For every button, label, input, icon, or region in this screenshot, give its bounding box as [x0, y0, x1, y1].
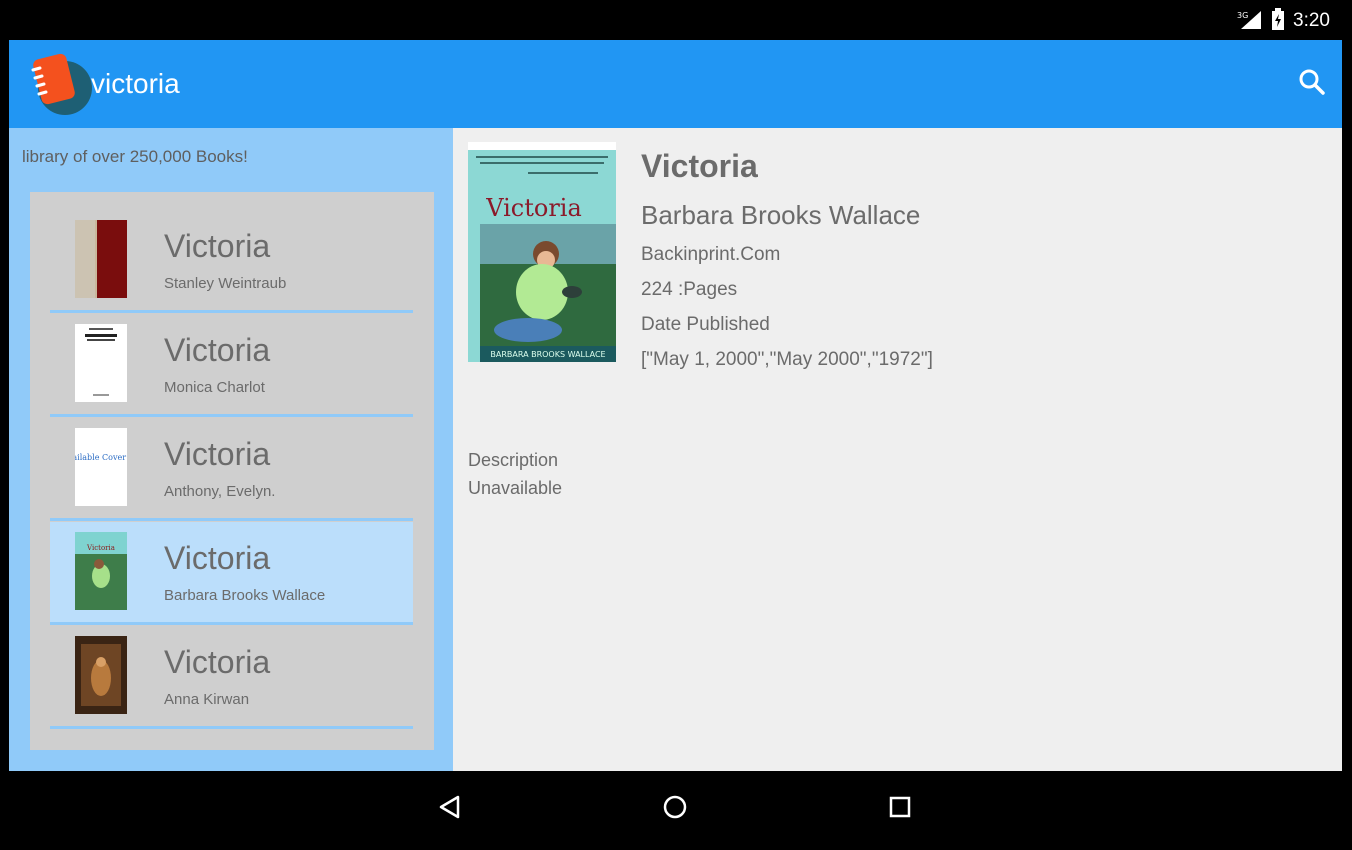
book-list-pane: library of over 250,000 Books! Victoria …	[9, 128, 453, 771]
no-cover-thumbnail: No Available Cover Image	[75, 428, 127, 506]
search-button[interactable]	[1296, 68, 1328, 100]
library-tagline: library of over 250,000 Books!	[22, 147, 248, 166]
book-author: Anna Kirwan	[164, 691, 250, 708]
book-title: Victoria	[164, 436, 271, 472]
svg-text:No Available Cover Image: No Available Cover Image	[75, 453, 127, 462]
list-item-selected[interactable]: Victoria Victoria Barbara Brooks Wallace	[50, 522, 413, 625]
book-author: Stanley Weintraub	[164, 275, 287, 292]
book-author: Anthony, Evelyn.	[164, 483, 276, 500]
book-cover-thumbnail: Victoria	[75, 532, 127, 610]
book-cover-thumbnail	[75, 324, 127, 402]
clock: 3:20	[1293, 10, 1330, 31]
book-cover-thumbnail	[75, 220, 127, 298]
book-cover-image: Victoria BARBARA BROOKS WALLACE	[468, 142, 616, 362]
svg-text:Victoria: Victoria	[485, 194, 582, 222]
back-button[interactable]	[430, 789, 470, 829]
recents-square-icon	[887, 794, 913, 825]
detail-publisher: Backinprint.Com	[641, 244, 781, 265]
svg-text:Victoria: Victoria	[86, 544, 115, 552]
description-text: Unavailable	[468, 478, 563, 498]
book-list[interactable]: Victoria Stanley Weintraub Victoria Moni…	[30, 192, 434, 750]
system-nav-bar	[0, 771, 1352, 850]
list-item[interactable]: No Available Cover Image Victoria Anthon…	[50, 418, 413, 521]
battery-icon	[1271, 7, 1285, 35]
recents-button[interactable]	[880, 789, 920, 829]
signal-icon: 3G	[1237, 9, 1263, 34]
app-toolbar: victoria	[9, 40, 1342, 128]
detail-author: Barbara Brooks Wallace	[641, 200, 921, 230]
status-bar: 3G 3:20	[0, 0, 1352, 40]
app-window: victoria library of over 250,000 Books!	[9, 40, 1342, 771]
book-author: Barbara Brooks Wallace	[164, 587, 326, 604]
book-author: Monica Charlot	[164, 379, 265, 396]
svg-text:3G: 3G	[1237, 11, 1248, 20]
description-label: Description	[468, 450, 559, 470]
detail-title: Victoria	[641, 148, 758, 184]
search-icon	[1298, 68, 1326, 101]
book-detail-pane: Victoria BARBARA BROOKS WALLACE Victoria…	[453, 128, 1342, 771]
book-title: Victoria	[164, 540, 271, 576]
app-title: victoria	[91, 68, 180, 99]
book-title: Victoria	[164, 332, 271, 368]
app-logo-icon	[29, 50, 95, 116]
status-icons: 3G 3:20	[1237, 7, 1330, 35]
list-item[interactable]: Victoria Monica Charlot	[50, 314, 413, 417]
list-item[interactable]: Victoria Anna Kirwan	[50, 626, 413, 729]
book-title: Victoria	[164, 228, 271, 264]
home-circle-icon	[662, 794, 688, 825]
book-title: Victoria	[164, 644, 271, 680]
detail-dates: ["May 1, 2000","May 2000","1972"]	[641, 349, 933, 370]
home-button[interactable]	[655, 789, 695, 829]
list-item[interactable]: Victoria Stanley Weintraub	[50, 210, 413, 313]
detail-date-label: Date Published	[641, 314, 770, 335]
svg-text:BARBARA BROOKS WALLACE: BARBARA BROOKS WALLACE	[490, 350, 605, 359]
detail-pages: 224 :Pages	[641, 279, 738, 300]
book-cover-thumbnail	[75, 636, 127, 714]
back-triangle-icon	[437, 794, 463, 825]
